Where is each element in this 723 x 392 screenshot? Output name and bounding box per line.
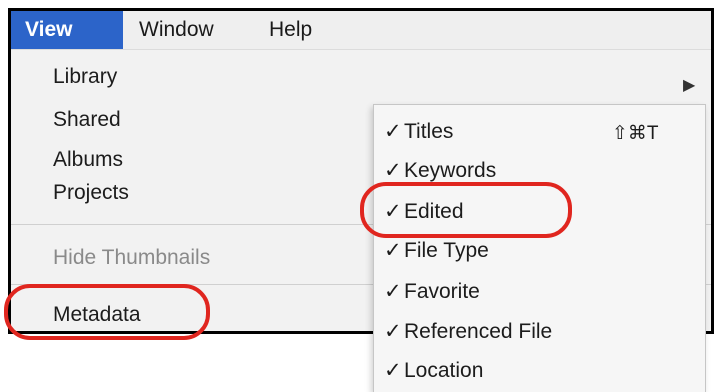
- menu-item-shared[interactable]: Shared: [53, 108, 121, 132]
- menu-window[interactable]: Window: [125, 11, 228, 49]
- checkmark-icon: ✓: [384, 239, 402, 262]
- menu-help[interactable]: Help: [255, 11, 326, 49]
- submenu-item-file-type[interactable]: ✓ File Type: [384, 233, 489, 269]
- submenu-arrow-icon: ▶: [683, 77, 696, 94]
- submenu-item-label: Keywords: [404, 159, 497, 182]
- checkmark-icon: ✓: [384, 120, 402, 143]
- checkmark-icon: ✓: [384, 320, 402, 343]
- submenu-item-label: Titles: [404, 120, 454, 143]
- submenu-item-label: Favorite: [404, 280, 480, 303]
- menu-bar: View Window Help: [11, 11, 711, 50]
- metadata-highlight-oval: [4, 284, 210, 340]
- checkmark-icon: ✓: [384, 359, 402, 382]
- submenu-item-label: File Type: [404, 239, 489, 262]
- metadata-submenu: ✓ Titles ⇧⌘T ✓ Keywords ✓ Edited ✓ File Type…: [373, 104, 706, 392]
- submenu-item-favorite[interactable]: ✓ Favorite: [384, 274, 480, 310]
- submenu-item-label: Referenced File: [404, 320, 553, 343]
- menu-item-hide-thumbnails: Hide Thumbnails: [53, 246, 211, 269]
- submenu-item-label: Location: [404, 359, 484, 382]
- checkmark-icon: ✓: [384, 280, 402, 303]
- submenu-item-referenced-file[interactable]: ✓ Referenced File: [384, 314, 552, 350]
- submenu-item-location[interactable]: ✓ Location: [384, 353, 483, 389]
- menu-item-albums[interactable]: Albums: [53, 148, 123, 172]
- submenu-item-titles[interactable]: ✓ Titles: [384, 114, 453, 150]
- edited-highlight-oval: [360, 182, 572, 238]
- shortcut-label: ⇧⌘T: [612, 123, 659, 144]
- menu-item-library[interactable]: Library: [53, 65, 117, 89]
- menu-item-projects[interactable]: Projects: [53, 181, 129, 205]
- menu-view[interactable]: View: [11, 11, 123, 49]
